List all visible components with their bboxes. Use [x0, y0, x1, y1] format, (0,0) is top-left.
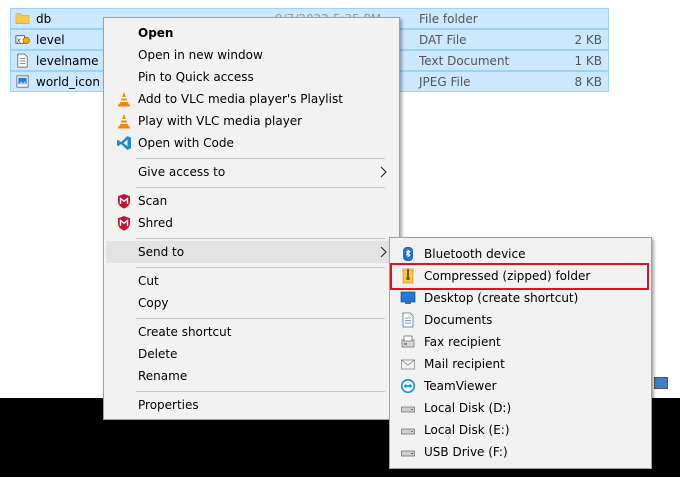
menu-item-label: Add to VLC media player's Playlist	[138, 92, 343, 106]
vlc-icon	[118, 92, 130, 107]
file-type: File folder	[419, 12, 478, 26]
vlc-icon	[118, 114, 130, 129]
menu-item-send-to[interactable]: Send to	[106, 241, 397, 263]
text-file-icon	[17, 53, 28, 68]
menu-item-label: Bluetooth device	[424, 247, 526, 261]
send-to-teamviewer[interactable]: TeamViewer	[392, 375, 649, 397]
menu-item-rename[interactable]: Rename	[106, 365, 397, 387]
menu-separator	[136, 238, 385, 239]
svg-text:X: X	[17, 38, 21, 44]
file-type: DAT File	[419, 33, 467, 47]
highlight-annotation	[390, 263, 649, 290]
menu-item-properties[interactable]: Properties	[106, 394, 397, 416]
menu-item-label: Send to	[138, 245, 185, 259]
menu-item-label: Mail recipient	[424, 357, 505, 371]
menu-item-pin-quick-access[interactable]: Pin to Quick access	[106, 66, 397, 88]
send-to-fax[interactable]: Fax recipient	[392, 331, 649, 353]
menu-separator	[136, 158, 385, 159]
chevron-right-icon	[380, 166, 387, 178]
vscode-icon	[117, 136, 131, 150]
menu-item-shred[interactable]: Shred	[106, 212, 397, 234]
menu-item-label: Delete	[138, 347, 178, 361]
menu-item-label: Pin to Quick access	[138, 70, 254, 84]
file-size: 8 KB	[574, 75, 602, 89]
send-to-documents[interactable]: Documents	[392, 309, 649, 331]
file-name: levelname	[36, 54, 99, 68]
file-type: Text Document	[419, 54, 510, 68]
menu-item-label: Documents	[424, 313, 493, 327]
menu-item-label: Rename	[138, 369, 188, 383]
send-to-bluetooth[interactable]: Bluetooth device	[392, 243, 649, 265]
menu-item-open-with-code[interactable]: Open with Code	[106, 132, 397, 154]
file-name: level	[36, 33, 65, 47]
menu-item-label: Local Disk (D:)	[424, 401, 512, 415]
send-to-usb-drive-f[interactable]: USB Drive (F:)	[392, 441, 649, 463]
menu-item-give-access[interactable]: Give access to	[106, 161, 397, 183]
menu-separator	[136, 267, 385, 268]
menu-item-label: Properties	[138, 398, 199, 412]
menu-item-scan[interactable]: Scan	[106, 190, 397, 212]
menu-item-label: USB Drive (F:)	[424, 445, 508, 459]
menu-item-label: Open with Code	[138, 136, 234, 150]
menu-item-label: Shred	[138, 216, 173, 230]
menu-item-label: Fax recipient	[424, 335, 501, 349]
mcafee-icon	[118, 194, 130, 209]
menu-item-label: Local Disk (E:)	[424, 423, 510, 437]
fax-icon	[401, 335, 415, 348]
documents-icon	[402, 312, 414, 328]
mail-icon	[401, 359, 415, 370]
folder-icon	[15, 13, 30, 24]
chevron-right-icon	[380, 246, 387, 258]
menu-item-create-shortcut[interactable]: Create shortcut	[106, 321, 397, 343]
file-type: JPEG File	[419, 75, 471, 89]
drive-icon	[401, 428, 415, 435]
file-name: world_icon	[36, 75, 100, 89]
send-to-local-disk-e[interactable]: Local Disk (E:)	[392, 419, 649, 441]
drive-icon	[401, 406, 415, 413]
menu-item-label: Give access to	[138, 165, 226, 179]
menu-item-label: Open in new window	[138, 48, 263, 62]
menu-item-vlc-playlist[interactable]: Add to VLC media player's Playlist	[106, 88, 397, 110]
send-to-local-disk-d[interactable]: Local Disk (D:)	[392, 397, 649, 419]
bluetooth-icon	[403, 247, 413, 261]
menu-item-open[interactable]: Open	[106, 22, 397, 44]
image-file-icon	[16, 75, 29, 88]
menu-item-label: Play with VLC media player	[138, 114, 303, 128]
menu-separator	[136, 391, 385, 392]
menu-item-label: Copy	[138, 296, 169, 310]
send-to-mail[interactable]: Mail recipient	[392, 353, 649, 375]
file-size: 2 KB	[574, 33, 602, 47]
menu-item-delete[interactable]: Delete	[106, 343, 397, 365]
menu-item-copy[interactable]: Copy	[106, 292, 397, 314]
large-icons-view-icon[interactable]	[654, 377, 668, 389]
menu-item-vlc-play[interactable]: Play with VLC media player	[106, 110, 397, 132]
teamviewer-icon	[401, 379, 415, 393]
menu-item-label: Open	[138, 26, 174, 40]
usb-drive-icon	[401, 450, 415, 457]
send-to-desktop[interactable]: Desktop (create shortcut)	[392, 287, 649, 309]
dat-file-icon: X	[15, 35, 30, 44]
menu-item-label: Create shortcut	[138, 325, 232, 339]
menu-item-label: Desktop (create shortcut)	[424, 291, 579, 305]
menu-item-cut[interactable]: Cut	[106, 270, 397, 292]
context-menu: Open Open in new window Pin to Quick acc…	[103, 17, 400, 420]
menu-separator	[136, 318, 385, 319]
menu-item-open-new-window[interactable]: Open in new window	[106, 44, 397, 66]
mcafee-icon	[118, 216, 130, 231]
menu-item-label: Scan	[138, 194, 168, 208]
desktop-icon	[400, 291, 416, 304]
menu-item-label: Cut	[138, 274, 159, 288]
file-name: db	[36, 12, 52, 26]
file-size: 1 KB	[574, 54, 602, 68]
menu-separator	[136, 187, 385, 188]
menu-item-label: TeamViewer	[424, 379, 497, 393]
